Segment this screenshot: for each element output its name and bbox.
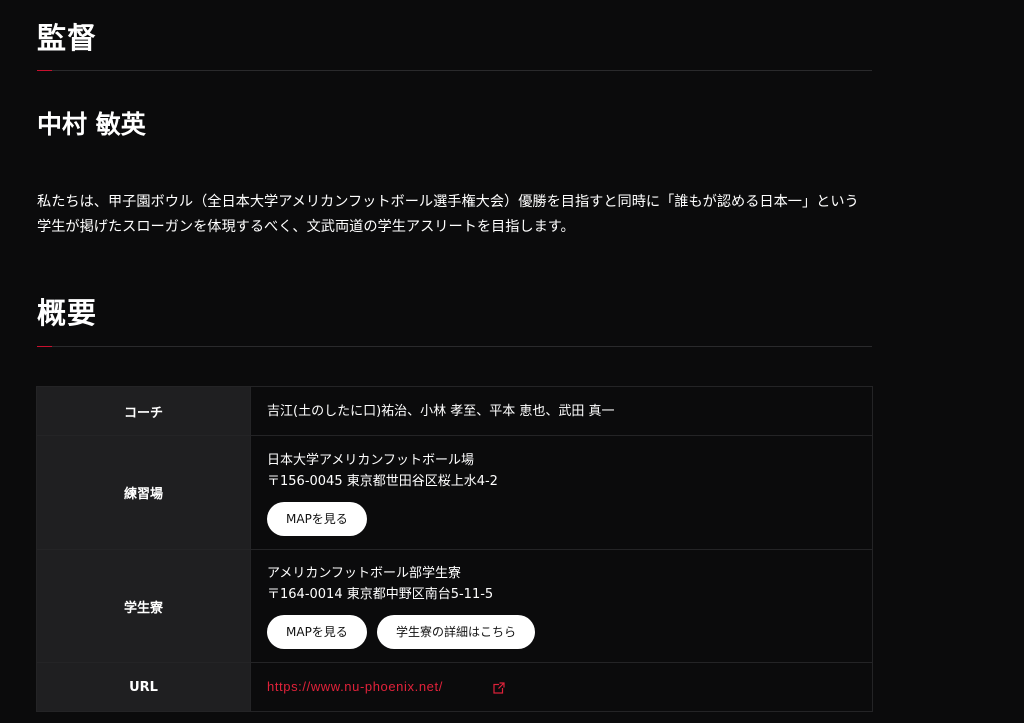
practice-field-map-button[interactable]: MAPを見る (267, 501, 367, 536)
dormitory-map-button[interactable]: MAPを見る (267, 615, 367, 649)
dormitory-value: アメリカンフットボール部学生寮 〒164-0014 東京都中野区南台5-11-5… (250, 549, 873, 663)
heading-accent-mark (37, 70, 52, 71)
coach-value: 吉江(土のしたに口)祐治、小林 孝至、平本 恵也、武田 真一 (250, 386, 873, 436)
table-row-url: URL https://www.nu-phoenix.net/ (36, 662, 873, 712)
dormitory-detail-button[interactable]: 学生寮の詳細はこちら (376, 615, 535, 649)
coach-label: コーチ (36, 386, 251, 436)
dormitory-venue: アメリカンフットボール部学生寮 (267, 566, 461, 581)
practice-field-address: 〒156-0045 東京都世田谷区桜上水4-2 (267, 473, 498, 489)
external-link-icon[interactable] (493, 681, 505, 694)
practice-field-buttons: MAPを見る (267, 501, 872, 536)
director-name: 中村 敏英 (37, 110, 146, 139)
overview-heading: 概要 (37, 296, 98, 330)
practice-field-venue: 日本大学アメリカンフットボール場 (267, 452, 474, 468)
url-label: URL (36, 662, 251, 712)
dormitory-label: 学生寮 (36, 549, 251, 663)
heading-accent-mark (37, 346, 52, 347)
practice-field-value: 日本大学アメリカンフットボール場 〒156-0045 東京都世田谷区桜上水4-2… (250, 435, 873, 550)
director-heading: 監督 (37, 21, 98, 55)
dormitory-buttons: MAPを見る 学生寮の詳細はこちら (267, 615, 872, 649)
table-row-dormitory: 学生寮 アメリカンフットボール部学生寮 〒164-0014 東京都中野区南台5-… (36, 549, 873, 663)
table-row-practice-field: 練習場 日本大学アメリカンフットボール場 〒156-0045 東京都世田谷区桜上… (36, 435, 873, 550)
overview-heading-rule (37, 346, 872, 347)
url-value: https://www.nu-phoenix.net/ (250, 662, 873, 712)
practice-field-label: 練習場 (36, 435, 251, 550)
dormitory-address: 〒164-0014 東京都中野区南台5-11-5 (267, 587, 494, 602)
page: 監督 中村 敏英 私たちは、甲子園ボウル（全日本大学アメリカンフットボール選手権… (0, 0, 1024, 723)
director-heading-rule (37, 70, 872, 71)
website-link[interactable]: https://www.nu-phoenix.net/ (267, 679, 443, 694)
director-message: 私たちは、甲子園ボウル（全日本大学アメリカンフットボール選手権大会）優勝を目指す… (37, 194, 859, 235)
table-row-coach: コーチ 吉江(土のしたに口)祐治、小林 孝至、平本 恵也、武田 真一 (36, 386, 873, 436)
overview-table: コーチ 吉江(土のしたに口)祐治、小林 孝至、平本 恵也、武田 真一 練習場 日… (36, 386, 873, 712)
